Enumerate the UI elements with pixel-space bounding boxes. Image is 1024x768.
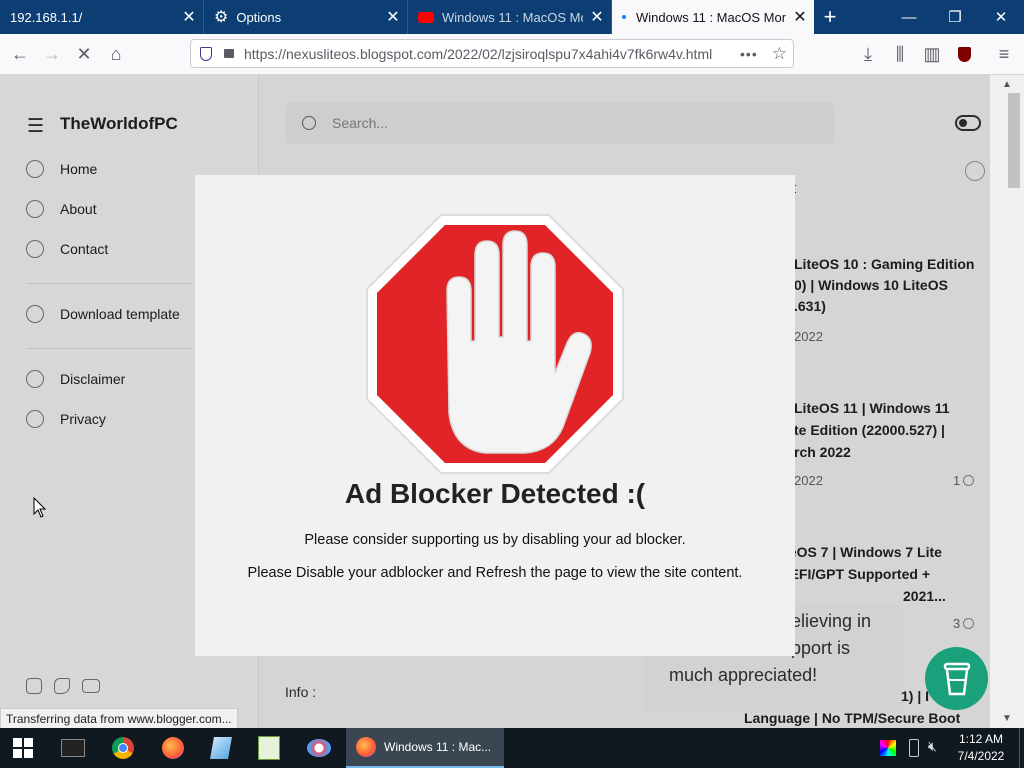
bookmark-star-icon[interactable]: ☆ xyxy=(772,44,787,64)
navigation-toolbar: ← → ✕ ⌂ https://nexusliteos.blogspot.com… xyxy=(0,34,1024,75)
tab-title: Windows 11 : MacOS Mon xyxy=(442,9,583,25)
menu-icon[interactable]: ≡ xyxy=(990,40,1018,68)
tab-title: Options xyxy=(236,9,282,25)
modal-message-1: Please consider supporting us by disabli… xyxy=(304,532,686,548)
taskbar-active-window[interactable]: Windows 11 : Mac... xyxy=(346,728,504,768)
coffee-cup-icon xyxy=(943,662,970,695)
notes-app-icon[interactable] xyxy=(198,728,244,768)
library-icon[interactable]: ⫼ xyxy=(886,40,914,68)
shield-icon[interactable] xyxy=(200,46,212,61)
page-viewport: ☰ TheWorldofPC Home About Contact Downlo… xyxy=(0,75,990,728)
terminal-icon[interactable] xyxy=(50,728,96,768)
taskbar-window-title: Windows 11 : Mac... xyxy=(384,740,492,754)
stop-hand-icon xyxy=(366,214,624,474)
url-bar[interactable]: https://nexusliteos.blogspot.com/2022/02… xyxy=(190,39,794,68)
firefox-icon[interactable] xyxy=(150,728,196,768)
back-button[interactable]: ← xyxy=(6,40,34,68)
clock-time: 1:12 AM xyxy=(958,732,1004,746)
youtube-icon xyxy=(418,11,434,23)
tab-router[interactable]: 192.168.1.1/ ✕ xyxy=(0,0,204,34)
usb-tray-icon[interactable] xyxy=(909,739,919,757)
maximize-button[interactable]: ❐ xyxy=(932,0,978,34)
close-icon[interactable]: ✕ xyxy=(786,7,814,27)
scrollbar[interactable]: ▲ ▼ xyxy=(990,75,1024,728)
forward-button[interactable]: → xyxy=(38,40,66,68)
volume-muted-icon[interactable]: 🔇︎ xyxy=(928,738,937,755)
paint-app-icon[interactable] xyxy=(296,728,342,768)
spreadsheet-app-icon[interactable] xyxy=(246,728,292,768)
close-icon[interactable]: ✕ xyxy=(175,7,203,27)
sidebar-toggle-icon[interactable]: ▥ xyxy=(918,40,946,68)
scroll-up-icon[interactable]: ▲ xyxy=(1002,79,1012,90)
url-text[interactable]: https://nexusliteos.blogspot.com/2022/02… xyxy=(244,46,740,62)
modal-title: Ad Blocker Detected :( xyxy=(344,478,646,509)
tab-title: 192.168.1.1/ xyxy=(10,9,83,25)
ublock-icon[interactable] xyxy=(950,40,978,68)
close-icon[interactable]: ✕ xyxy=(583,7,611,27)
minimize-button[interactable]: — xyxy=(886,0,932,34)
chrome-icon[interactable] xyxy=(100,728,146,768)
loading-dot-icon xyxy=(622,15,626,19)
modal-message-2: Please Disable your adblocker and Refres… xyxy=(247,565,743,581)
clock[interactable]: 1:12 AM 7/4/2022 xyxy=(950,731,1012,765)
start-button[interactable] xyxy=(0,728,46,768)
page-actions-icon[interactable]: ••• xyxy=(740,46,758,62)
color-picker-tray-icon[interactable] xyxy=(880,740,896,756)
window-close-button[interactable]: ✕ xyxy=(978,0,1024,34)
taskbar: Windows 11 : Mac... 🔇︎ 1:12 AM 7/4/2022 xyxy=(0,728,1024,768)
tab-options[interactable]: ⚙ Options ✕ xyxy=(204,0,408,34)
tab-youtube[interactable]: Windows 11 : MacOS Mon ✕ xyxy=(408,0,612,34)
firefox-icon xyxy=(356,737,376,757)
close-icon[interactable]: ✕ xyxy=(379,7,407,27)
status-bar: Transferring data from www.blogger.com..… xyxy=(0,708,238,730)
tab-title: Windows 11 : MacOS Mon xyxy=(636,9,786,25)
tab-active[interactable]: Windows 11 : MacOS Mon ✕ xyxy=(612,0,814,34)
new-tab-button[interactable]: + xyxy=(812,0,848,34)
mouse-cursor-icon xyxy=(33,497,47,518)
clock-date: 7/4/2022 xyxy=(957,749,1005,763)
downloads-icon[interactable]: ⤓ xyxy=(854,40,882,68)
lock-icon[interactable] xyxy=(224,49,234,58)
tab-bar: 192.168.1.1/ ✕ ⚙ Options ✕ Windows 11 : … xyxy=(0,0,1024,34)
adblock-modal: Ad Blocker Detected :( Please consider s… xyxy=(195,175,795,656)
windows-logo-icon xyxy=(13,738,33,758)
stop-button[interactable]: ✕ xyxy=(70,40,98,68)
gear-icon: ⚙ xyxy=(214,9,229,26)
show-desktop-button[interactable] xyxy=(1019,728,1024,768)
scroll-down-icon[interactable]: ▼ xyxy=(1002,713,1012,724)
scroll-thumb[interactable] xyxy=(1008,93,1020,188)
home-button[interactable]: ⌂ xyxy=(102,40,130,68)
support-button[interactable] xyxy=(925,647,988,710)
